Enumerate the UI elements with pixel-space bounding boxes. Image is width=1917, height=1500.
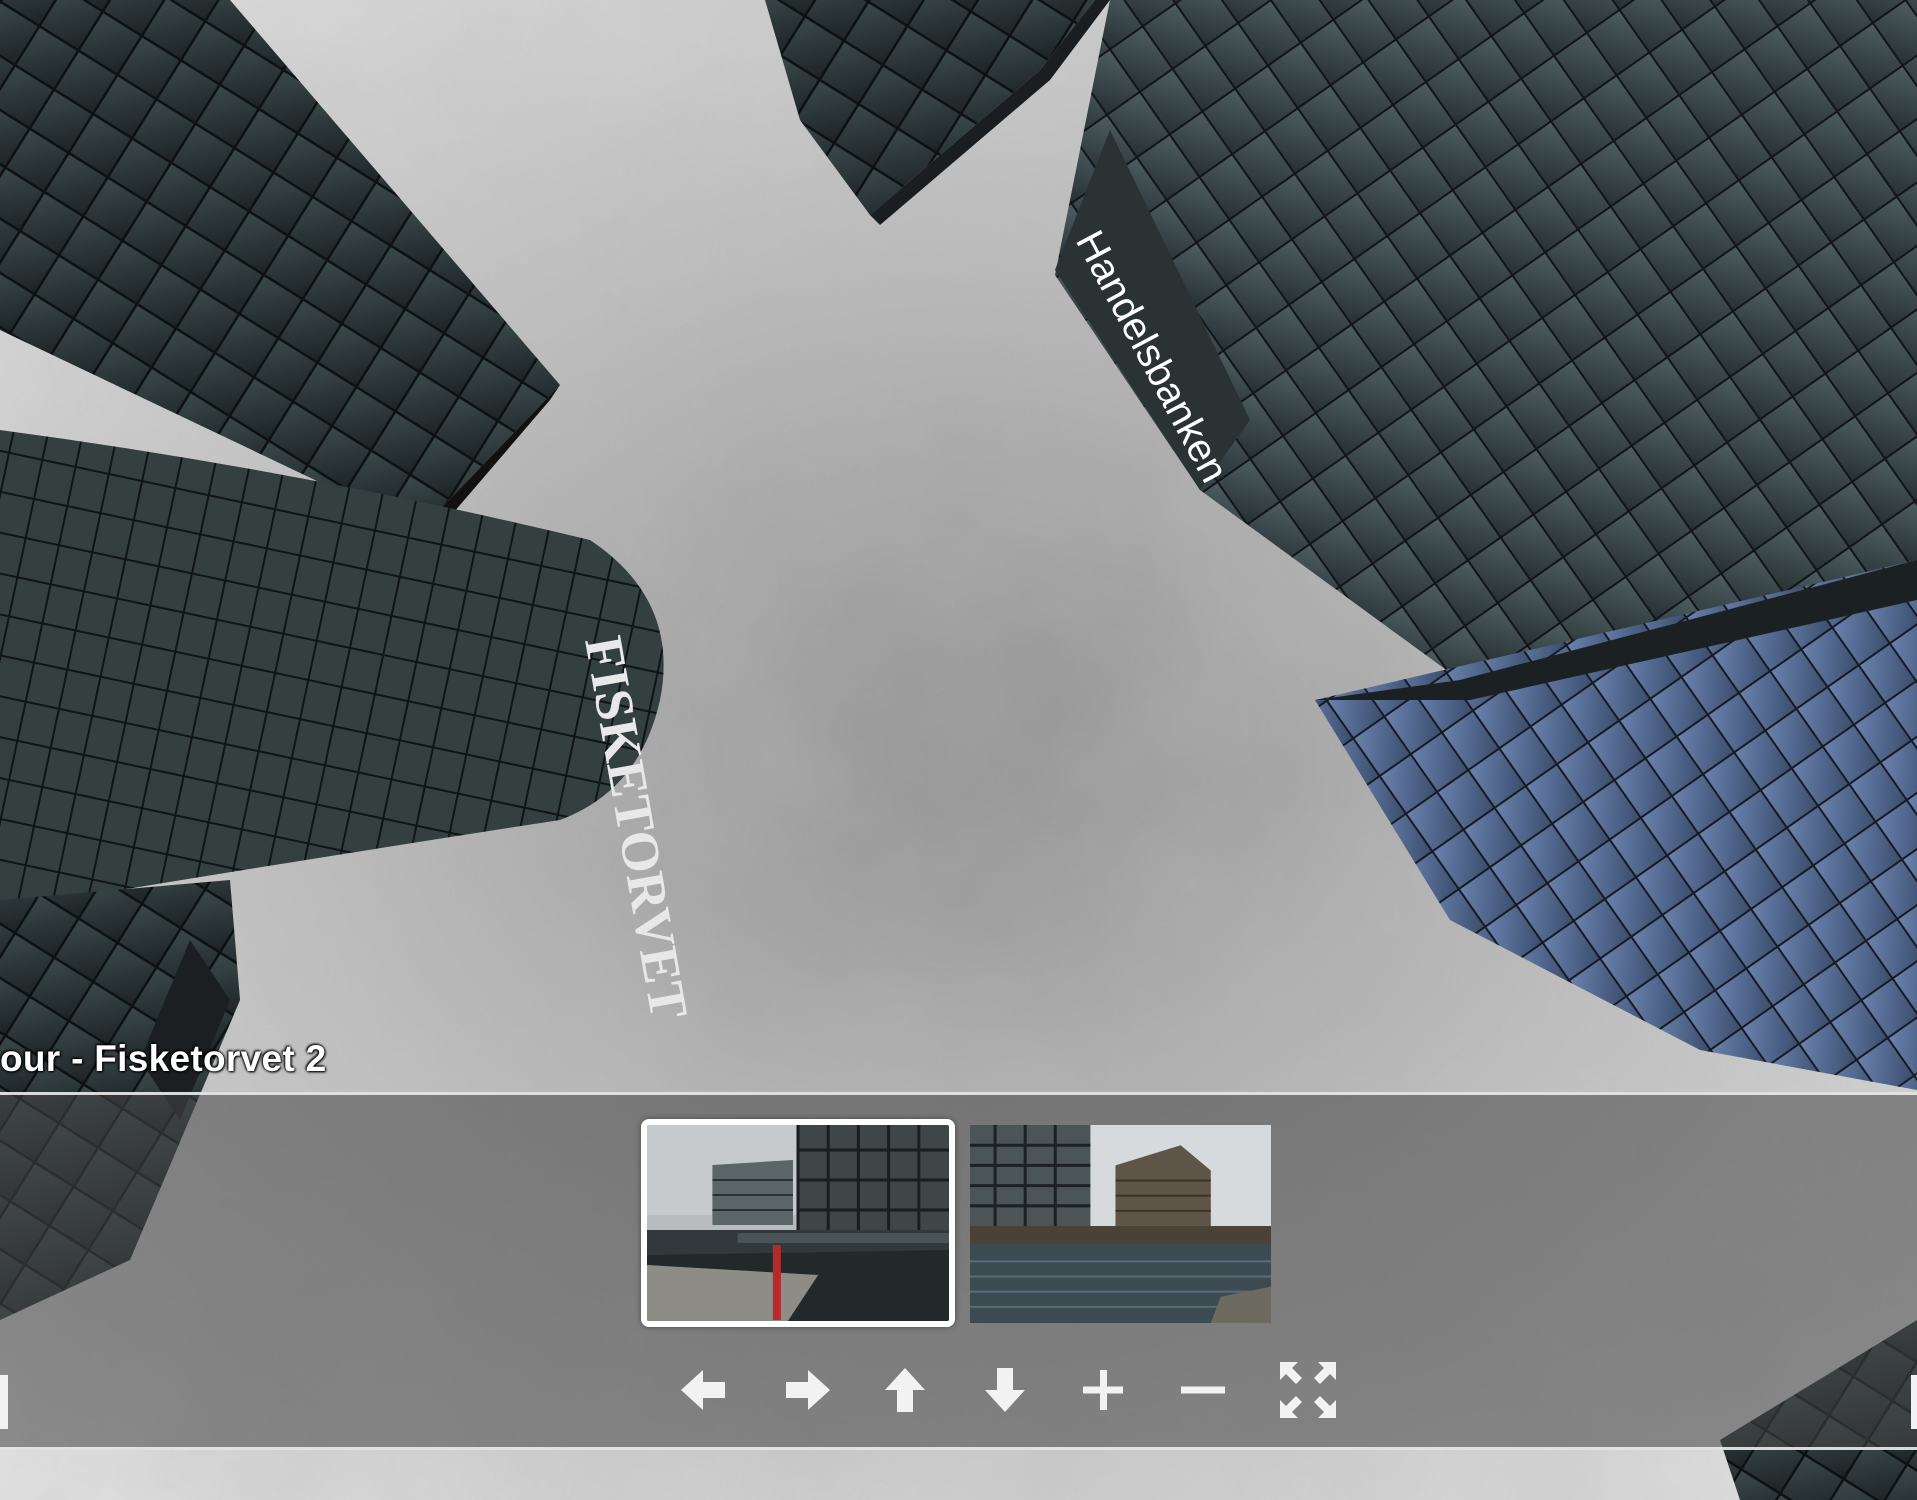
arrow-right-icon [786, 1370, 830, 1410]
pan-right-button[interactable] [778, 1360, 838, 1420]
tour-title: our - Fisketorvet 2 [0, 1038, 327, 1079]
control-bar [0, 1092, 1917, 1450]
minus-icon [1181, 1386, 1225, 1394]
thumbnail-scene-2[interactable] [970, 1125, 1271, 1323]
pan-up-button[interactable] [875, 1360, 935, 1420]
arrow-up-icon [885, 1368, 925, 1412]
pan-left-button[interactable] [673, 1360, 733, 1420]
pan-down-button[interactable] [975, 1360, 1035, 1420]
plus-icon [1083, 1370, 1123, 1410]
zoom-in-button[interactable] [1073, 1360, 1133, 1420]
panorama-viewer[interactable]: FISKETORVET Handelsbanken our - Fisketor… [0, 0, 1917, 1500]
zoom-out-button[interactable] [1173, 1360, 1233, 1420]
thumbnail-image [647, 1125, 949, 1321]
left-edge-control[interactable] [0, 1375, 12, 1429]
fullscreen-button[interactable] [1278, 1360, 1338, 1420]
right-edge-control[interactable] [1905, 1375, 1917, 1429]
arrow-down-icon [985, 1368, 1025, 1412]
thumbnail-scene-1[interactable] [641, 1119, 955, 1327]
arrow-left-icon [681, 1370, 725, 1410]
fullscreen-icon [1280, 1362, 1336, 1418]
thumbnail-image [970, 1125, 1271, 1323]
